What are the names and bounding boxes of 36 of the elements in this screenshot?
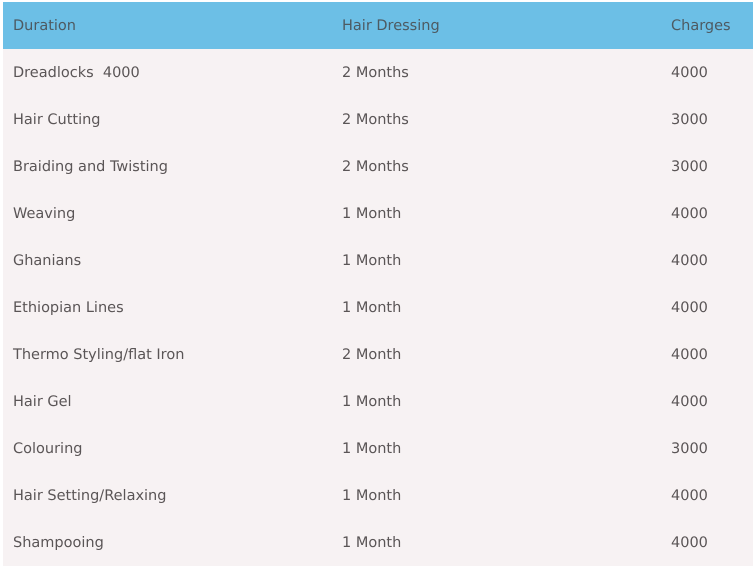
table-cell-text: 3000 [670,112,709,128]
table-cell-text: 4000 [670,252,709,268]
table-cell-text: 4000 [670,488,709,504]
table-cell-text: 1 Month [341,534,402,550]
table-cell-text: Hair Cutting [12,112,102,128]
table-cell-text: 3000 [670,158,709,174]
table-cell-text: 2 Month [341,346,402,362]
table-cell-text: 1 Month [341,300,402,316]
table-cell-text: 1 Month [341,488,402,504]
table-cell-text: 2 Months [341,64,410,80]
table-cell-text: Colouring [12,440,84,456]
table-cell-text: 4000 [670,346,709,362]
table-cell-text: Hair Gel [12,394,73,410]
table-cell-text: Shampooing [12,534,105,550]
table-cell-text: 2 Months [341,112,410,128]
table-cell-text: 1 Month [341,252,402,268]
table-cell-text: 4000 [670,206,709,222]
column-header: Duration [12,18,77,34]
table-cell-text: 1 Month [341,206,402,222]
table-cell-text: 4000 [670,64,709,80]
table-cell-text: 4000 [670,394,709,410]
table-cell-text: Ghanians [12,252,82,268]
table-cell-text: 4000 [670,300,709,316]
column-header: Hair Dressing [341,18,441,34]
table-cell-text: Thermo Styling/flat Iron [12,346,186,362]
table-cell-text: 2 Months [341,158,410,174]
table-cell-text: 1 Month [341,440,402,456]
table-cell-text: Braiding and Twisting [12,158,169,174]
table-cell-text: 4000 [670,534,709,550]
column-header: Charges [670,18,732,34]
table-cell-text: Ethiopian Lines [12,300,125,316]
table-cell-text: 3000 [670,440,709,456]
table-cell-text: Dreadlocks 4000 [12,64,141,80]
table-cell-text: Weaving [12,206,76,222]
table-cell-text: 1 Month [341,394,402,410]
table-cell-text: Hair Setting/Relaxing [12,488,168,504]
